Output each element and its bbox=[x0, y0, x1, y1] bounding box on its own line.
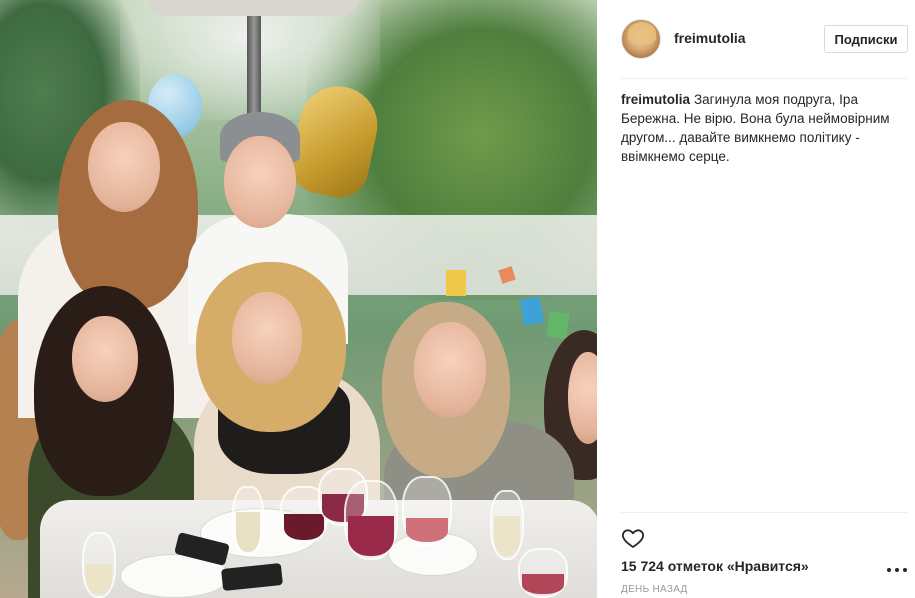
likes-count[interactable]: 15 724 отметок «Нравится» bbox=[621, 558, 809, 574]
photo-glass bbox=[490, 490, 524, 560]
photo-flag bbox=[546, 310, 570, 340]
header-divider bbox=[621, 78, 908, 79]
photo-glass bbox=[344, 480, 398, 560]
username-link[interactable]: freimutolia bbox=[674, 30, 746, 46]
photo-glass bbox=[82, 532, 116, 598]
more-options-icon[interactable] bbox=[887, 564, 907, 576]
heart-icon[interactable] bbox=[621, 526, 645, 550]
photo-flag bbox=[446, 270, 466, 296]
photo-glass bbox=[402, 476, 452, 546]
photo-heater-lamp bbox=[148, 0, 358, 16]
actions-divider bbox=[621, 512, 908, 513]
post-side-panel: freimutolia Подписки freimutolia Загинула… bbox=[597, 0, 915, 598]
post-caption: freimutolia Загинула моя подруга, Іра Бер… bbox=[621, 90, 891, 166]
caption-author-link[interactable]: freimutolia bbox=[621, 92, 690, 107]
post-header: freimutolia Подписки bbox=[597, 0, 915, 78]
following-button[interactable]: Подписки bbox=[824, 25, 908, 53]
avatar[interactable] bbox=[621, 19, 661, 59]
photo-flag bbox=[519, 296, 545, 326]
photo-glass bbox=[232, 486, 264, 556]
post-photo[interactable] bbox=[0, 0, 597, 598]
photo-glass bbox=[518, 548, 568, 598]
photo-lamp-pole bbox=[247, 16, 261, 116]
post-timestamp: ДЕНЬ НАЗАД bbox=[621, 584, 688, 595]
